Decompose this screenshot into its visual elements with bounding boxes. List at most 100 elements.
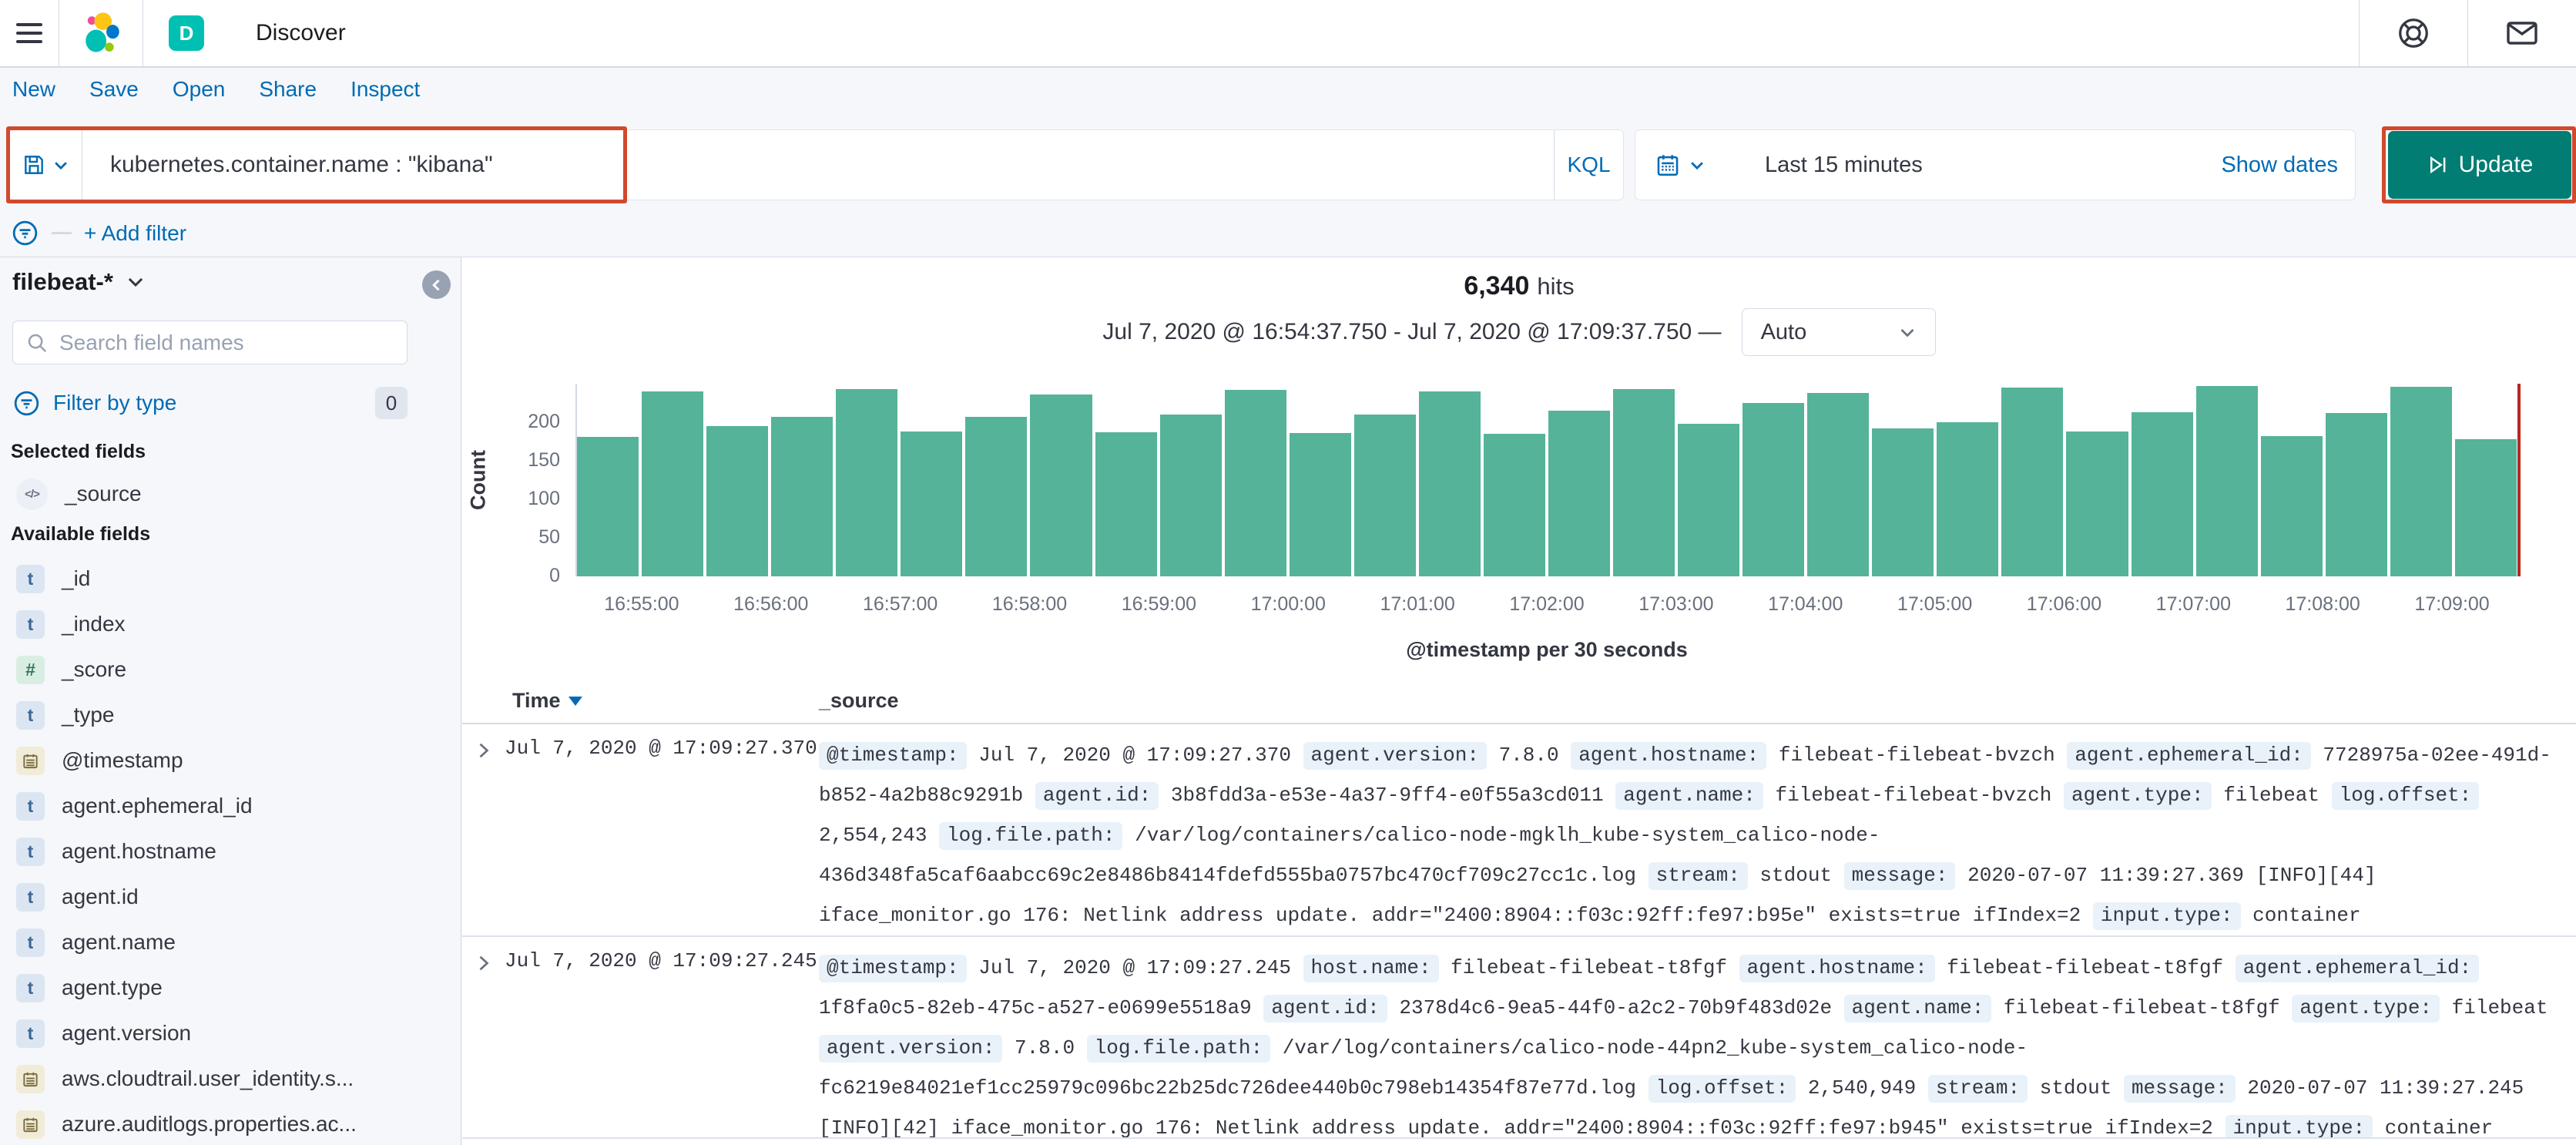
bar-17:04:30[interactable] xyxy=(1872,428,1934,576)
help-button[interactable] xyxy=(2360,0,2467,67)
nav-link-open[interactable]: Open xyxy=(173,77,226,102)
bar-17:03:00[interactable] xyxy=(1678,424,1740,576)
field-key[interactable]: agent.type: xyxy=(2292,995,2440,1022)
bar-17:03:30[interactable] xyxy=(1742,403,1805,576)
field-item-agent.hostname[interactable]: t agent.hostname xyxy=(16,832,216,871)
discover-app-badge[interactable]: D xyxy=(169,15,204,51)
field-key[interactable]: @timestamp: xyxy=(819,742,967,770)
bar-16:56:30[interactable] xyxy=(836,389,898,576)
field-item-agent.id[interactable]: t agent.id xyxy=(16,878,139,916)
bar-17:07:30[interactable] xyxy=(2260,436,2323,576)
column-header-time[interactable]: Time xyxy=(512,689,582,713)
bar-17:01:00[interactable] xyxy=(1418,391,1481,576)
field-key[interactable]: log.offset: xyxy=(1648,1075,1796,1103)
add-filter-link[interactable]: + Add filter xyxy=(84,221,186,246)
bar-17:01:30[interactable] xyxy=(1483,434,1545,576)
field-key[interactable]: input.type: xyxy=(2092,902,2241,930)
field-key[interactable]: agent.id: xyxy=(1263,995,1387,1022)
bar-17:09:00[interactable] xyxy=(2454,439,2517,576)
field-key[interactable]: log.file.path: xyxy=(939,822,1123,850)
field-key[interactable]: agent.hostname: xyxy=(1571,742,1767,770)
bar-17:08:30[interactable] xyxy=(2390,387,2452,576)
bar-17:02:30[interactable] xyxy=(1613,389,1675,576)
field-key[interactable]: agent.id: xyxy=(1035,782,1159,810)
show-dates-link[interactable]: Show dates xyxy=(2221,153,2338,178)
filter-by-type-row[interactable]: Filter by type 0 xyxy=(12,387,408,419)
bar-16:57:00[interactable] xyxy=(901,431,963,576)
bar-16:58:00[interactable] xyxy=(1030,395,1092,576)
bar-17:08:00[interactable] xyxy=(2325,413,2387,576)
field-key[interactable]: log.file.path: xyxy=(1086,1035,1271,1063)
field-item-_type[interactable]: t _type xyxy=(16,696,115,734)
bar-17:00:30[interactable] xyxy=(1353,415,1416,576)
bar-16:55:00[interactable] xyxy=(642,391,704,576)
field-key[interactable]: message: xyxy=(1843,862,1956,890)
bar-17:07:00[interactable] xyxy=(2195,386,2258,576)
histogram-chart[interactable]: Count 0 50 100 150 200 16:55:00 16:56:00 16:57… xyxy=(467,384,2521,661)
nav-link-save[interactable]: Save xyxy=(89,77,139,102)
field-item-@timestamp[interactable]: @timestamp xyxy=(16,741,183,780)
filter-icon[interactable] xyxy=(11,219,39,247)
field-key[interactable]: agent.hostname: xyxy=(1739,955,1935,982)
time-range-value[interactable]: Last 15 minutes xyxy=(1765,153,1923,178)
bar-16:57:30[interactable] xyxy=(965,417,1028,576)
bar-16:59:30[interactable] xyxy=(1224,390,1286,576)
bar-17:04:00[interactable] xyxy=(1807,393,1870,576)
field-key[interactable]: agent.ephemeral_id: xyxy=(2067,742,2311,770)
field-item-_index[interactable]: t _index xyxy=(16,605,126,643)
nav-link-share[interactable]: Share xyxy=(259,77,317,102)
index-pattern-selector[interactable]: filebeat-* xyxy=(12,268,146,296)
interval-select[interactable]: Auto xyxy=(1741,308,1936,356)
collapse-sidebar-button[interactable] xyxy=(422,270,451,299)
bar-17:06:30[interactable] xyxy=(2131,412,2193,576)
field-key[interactable]: agent.version: xyxy=(1303,742,1487,770)
query-input[interactable] xyxy=(82,130,1554,200)
field-item-agent.name[interactable]: t agent.name xyxy=(16,923,176,962)
bar-17:00:00[interactable] xyxy=(1289,433,1351,576)
doc-row-time[interactable]: Jul 7, 2020 @ 17:09:27.370 xyxy=(505,737,817,760)
newsfeed-button[interactable] xyxy=(2468,0,2576,67)
field-key[interactable]: @timestamp: xyxy=(819,955,967,982)
bar-16:58:30[interactable] xyxy=(1095,432,1157,576)
field-key[interactable]: agent.version: xyxy=(819,1035,1003,1063)
field-key[interactable]: message: xyxy=(2123,1075,2236,1103)
bar-16:56:00[interactable] xyxy=(771,417,834,576)
field-item-_source[interactable]: </> _source xyxy=(16,475,142,513)
nav-link-inspect[interactable]: Inspect xyxy=(351,77,420,102)
field-key[interactable]: agent.name: xyxy=(1843,995,1992,1022)
bar-16:54:30[interactable] xyxy=(577,437,639,576)
date-quick-select-button[interactable] xyxy=(1635,130,1725,200)
field-key[interactable]: stream: xyxy=(1927,1075,2028,1103)
field-key[interactable]: agent.name: xyxy=(1615,782,1763,810)
update-button[interactable]: Update xyxy=(2388,131,2571,199)
field-item-agent.version[interactable]: t agent.version xyxy=(16,1014,191,1053)
query-language-button[interactable]: KQL xyxy=(1554,130,1623,200)
x-tick-16:55:00: 16:55:00 xyxy=(604,593,679,615)
field-key[interactable]: input.type: xyxy=(2225,1115,2373,1137)
field-item-_score[interactable]: # _score xyxy=(16,650,126,689)
expand-row-button[interactable] xyxy=(475,741,493,764)
bar-16:59:00[interactable] xyxy=(1159,415,1222,576)
field-item-agent.ephemeral_id[interactable]: t agent.ephemeral_id xyxy=(16,787,253,825)
bar-17:05:00[interactable] xyxy=(1937,422,1999,576)
bar-17:05:30[interactable] xyxy=(2001,388,2064,576)
field-item-aws.cloudtrail.user_identity.s...[interactable]: aws.cloudtrail.user_identity.s... xyxy=(16,1059,354,1098)
elastic-logo[interactable] xyxy=(59,0,143,67)
bar-17:02:00[interactable] xyxy=(1548,411,1610,576)
field-key[interactable]: log.offset: xyxy=(2331,782,2480,810)
doc-row-time[interactable]: Jul 7, 2020 @ 17:09:27.245 xyxy=(505,949,817,972)
menu-icon[interactable] xyxy=(16,23,42,43)
bar-17:06:00[interactable] xyxy=(2066,431,2128,576)
field-item-_id[interactable]: t _id xyxy=(16,559,90,598)
saved-query-menu-button[interactable] xyxy=(8,130,82,200)
field-search-input[interactable] xyxy=(59,330,383,355)
field-key[interactable]: agent.type: xyxy=(2063,782,2212,810)
field-key[interactable]: agent.ephemeral_id: xyxy=(2235,955,2480,982)
field-item-azure.auditlogs.properties.ac...[interactable]: azure.auditlogs.properties.ac... xyxy=(16,1105,357,1143)
expand-row-button[interactable] xyxy=(475,954,493,976)
field-key[interactable]: stream: xyxy=(1648,862,1748,890)
bar-16:55:30[interactable] xyxy=(706,426,769,576)
field-key[interactable]: host.name: xyxy=(1303,955,1439,982)
field-item-agent.type[interactable]: t agent.type xyxy=(16,969,163,1007)
nav-link-new[interactable]: New xyxy=(12,77,55,102)
